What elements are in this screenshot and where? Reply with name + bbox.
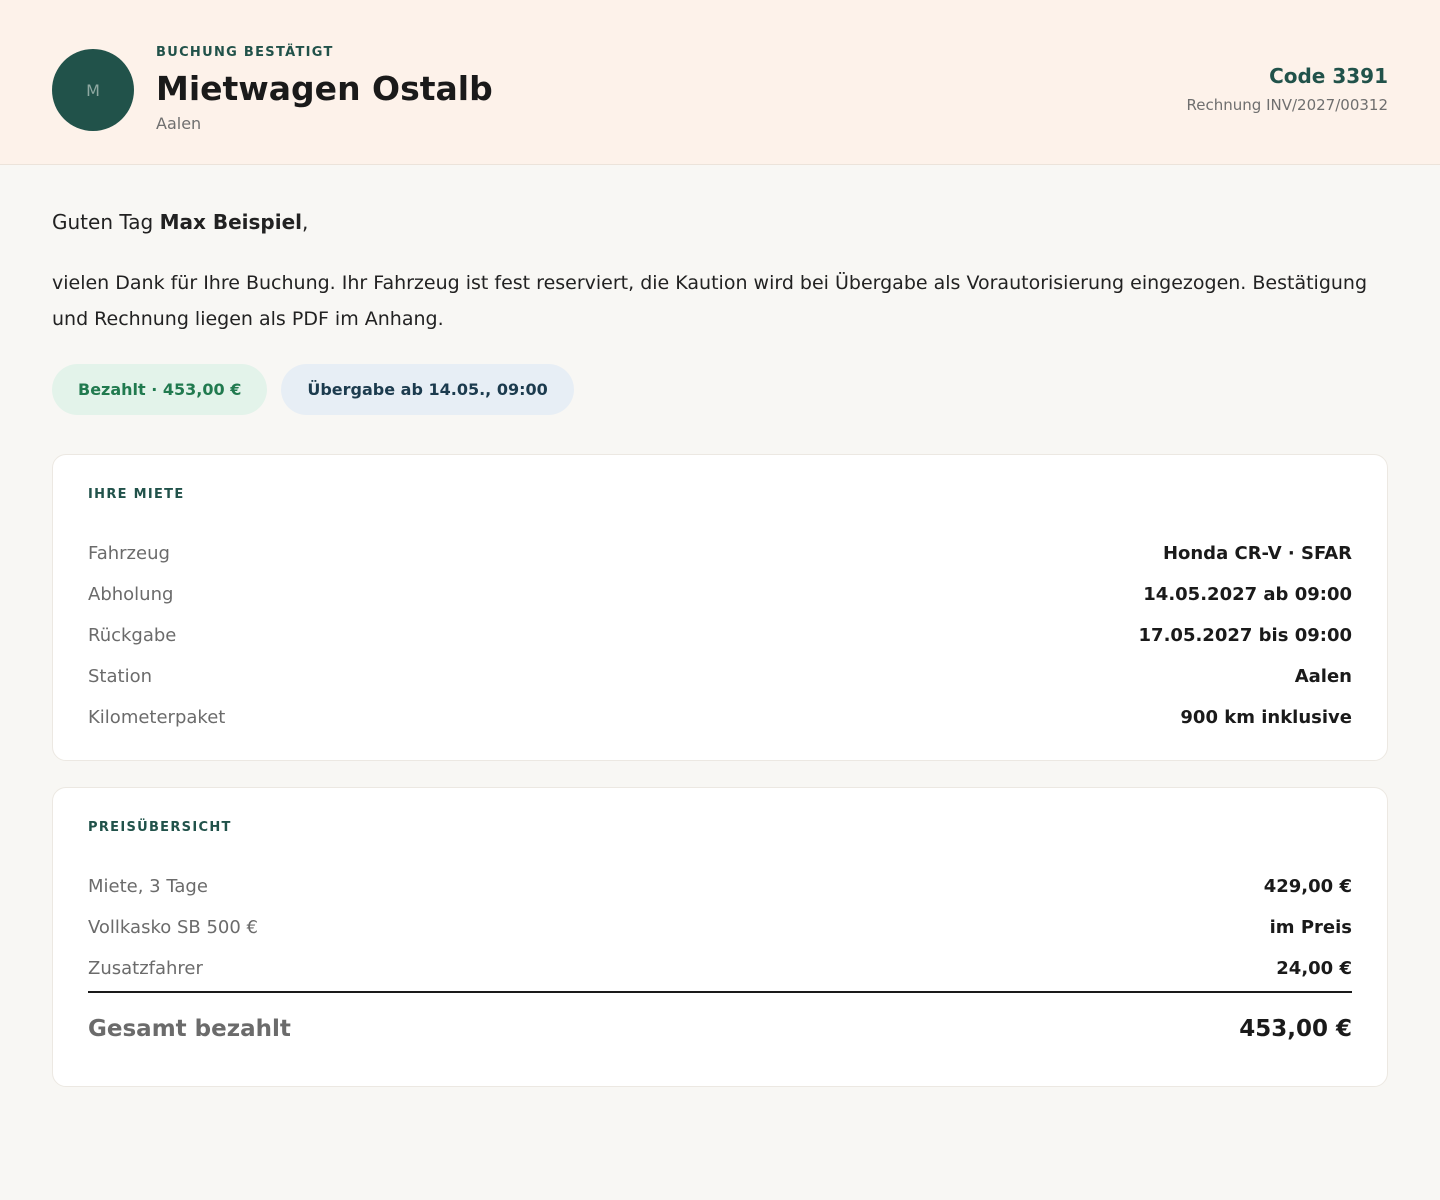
status-badges: Bezahlt · 453,00 € Übergabe ab 14.05., 0… [52, 364, 574, 415]
email-header: M BUCHUNG BESTÄTIGT Mietwagen Ostalb Aal… [0, 0, 1440, 165]
price-row-rent: Miete, 3 Tage 429,00 € [88, 866, 1352, 907]
price-row-insurance: Vollkasko SB 500 € im Preis [88, 907, 1352, 948]
row-value: 900 km inklusive [1180, 707, 1352, 728]
total-label: Gesamt bezahlt [88, 1016, 291, 1042]
rental-rows: Fahrzeug Honda CR-V · SFAR Abholung 14.0… [88, 533, 1352, 738]
company-city: Aalen [156, 114, 202, 133]
row-label: Vollkasko SB 500 € [88, 917, 258, 938]
row-label: Zusatzfahrer [88, 958, 203, 979]
row-value: im Preis [1269, 917, 1352, 938]
row-value: Honda CR-V · SFAR [1162, 543, 1352, 564]
handover-badge: Übergabe ab 14.05., 09:00 [281, 364, 574, 415]
row-label: Miete, 3 Tage [88, 876, 208, 897]
total-value: 453,00 € [1239, 1016, 1352, 1042]
rental-details-card: IHRE MIETE Fahrzeug Honda CR-V · SFAR Ab… [52, 454, 1388, 761]
row-label: Abholung [88, 584, 174, 605]
booking-code: Code 3391 [1269, 64, 1388, 88]
greeting: Guten Tag Max Beispiel, [52, 210, 308, 234]
greeting-prefix: Guten Tag [52, 210, 160, 234]
email-body: Guten Tag Max Beispiel, vielen Dank für … [0, 165, 1440, 1199]
price-row-extra-driver: Zusatzfahrer 24,00 € [88, 948, 1352, 989]
row-value: 24,00 € [1276, 958, 1352, 979]
confirmation-message: vielen Dank für Ihre Buchung. Ihr Fahrze… [52, 272, 1368, 330]
rental-row-mileage: Kilometerpaket 900 km inklusive [88, 697, 1352, 738]
row-value: 429,00 € [1263, 876, 1352, 897]
company-name: Mietwagen Ostalb [156, 69, 493, 108]
company-avatar: M [52, 49, 134, 131]
rental-row-vehicle: Fahrzeug Honda CR-V · SFAR [88, 533, 1352, 574]
row-value: 14.05.2027 ab 09:00 [1143, 584, 1352, 605]
row-value: 17.05.2027 bis 09:00 [1138, 625, 1352, 646]
total-divider [88, 991, 1352, 993]
price-rows: Miete, 3 Tage 429,00 € Vollkasko SB 500 … [88, 866, 1352, 989]
price-card-title: PREISÜBERSICHT [88, 820, 232, 835]
rental-row-return: Rückgabe 17.05.2027 bis 09:00 [88, 615, 1352, 656]
row-label: Kilometerpaket [88, 707, 226, 728]
rental-row-pickup: Abholung 14.05.2027 ab 09:00 [88, 574, 1352, 615]
confirmation-kicker: BUCHUNG BESTÄTIGT [156, 45, 334, 60]
row-label: Fahrzeug [88, 543, 170, 564]
invoice-number: Rechnung INV/2027/00312 [1186, 96, 1388, 114]
greeting-suffix: , [302, 210, 309, 234]
row-label: Station [88, 666, 152, 687]
avatar-letter: M [86, 80, 100, 100]
paid-badge: Bezahlt · 453,00 € [52, 364, 268, 415]
price-overview-card: PREISÜBERSICHT Miete, 3 Tage 429,00 € Vo… [52, 787, 1388, 1087]
rental-card-title: IHRE MIETE [88, 487, 185, 502]
row-value: Aalen [1294, 666, 1352, 687]
total-row: Gesamt bezahlt 453,00 € [88, 1016, 1352, 1042]
customer-name: Max Beispiel [159, 210, 302, 234]
rental-row-station: Station Aalen [88, 656, 1352, 697]
row-label: Rückgabe [88, 625, 177, 646]
